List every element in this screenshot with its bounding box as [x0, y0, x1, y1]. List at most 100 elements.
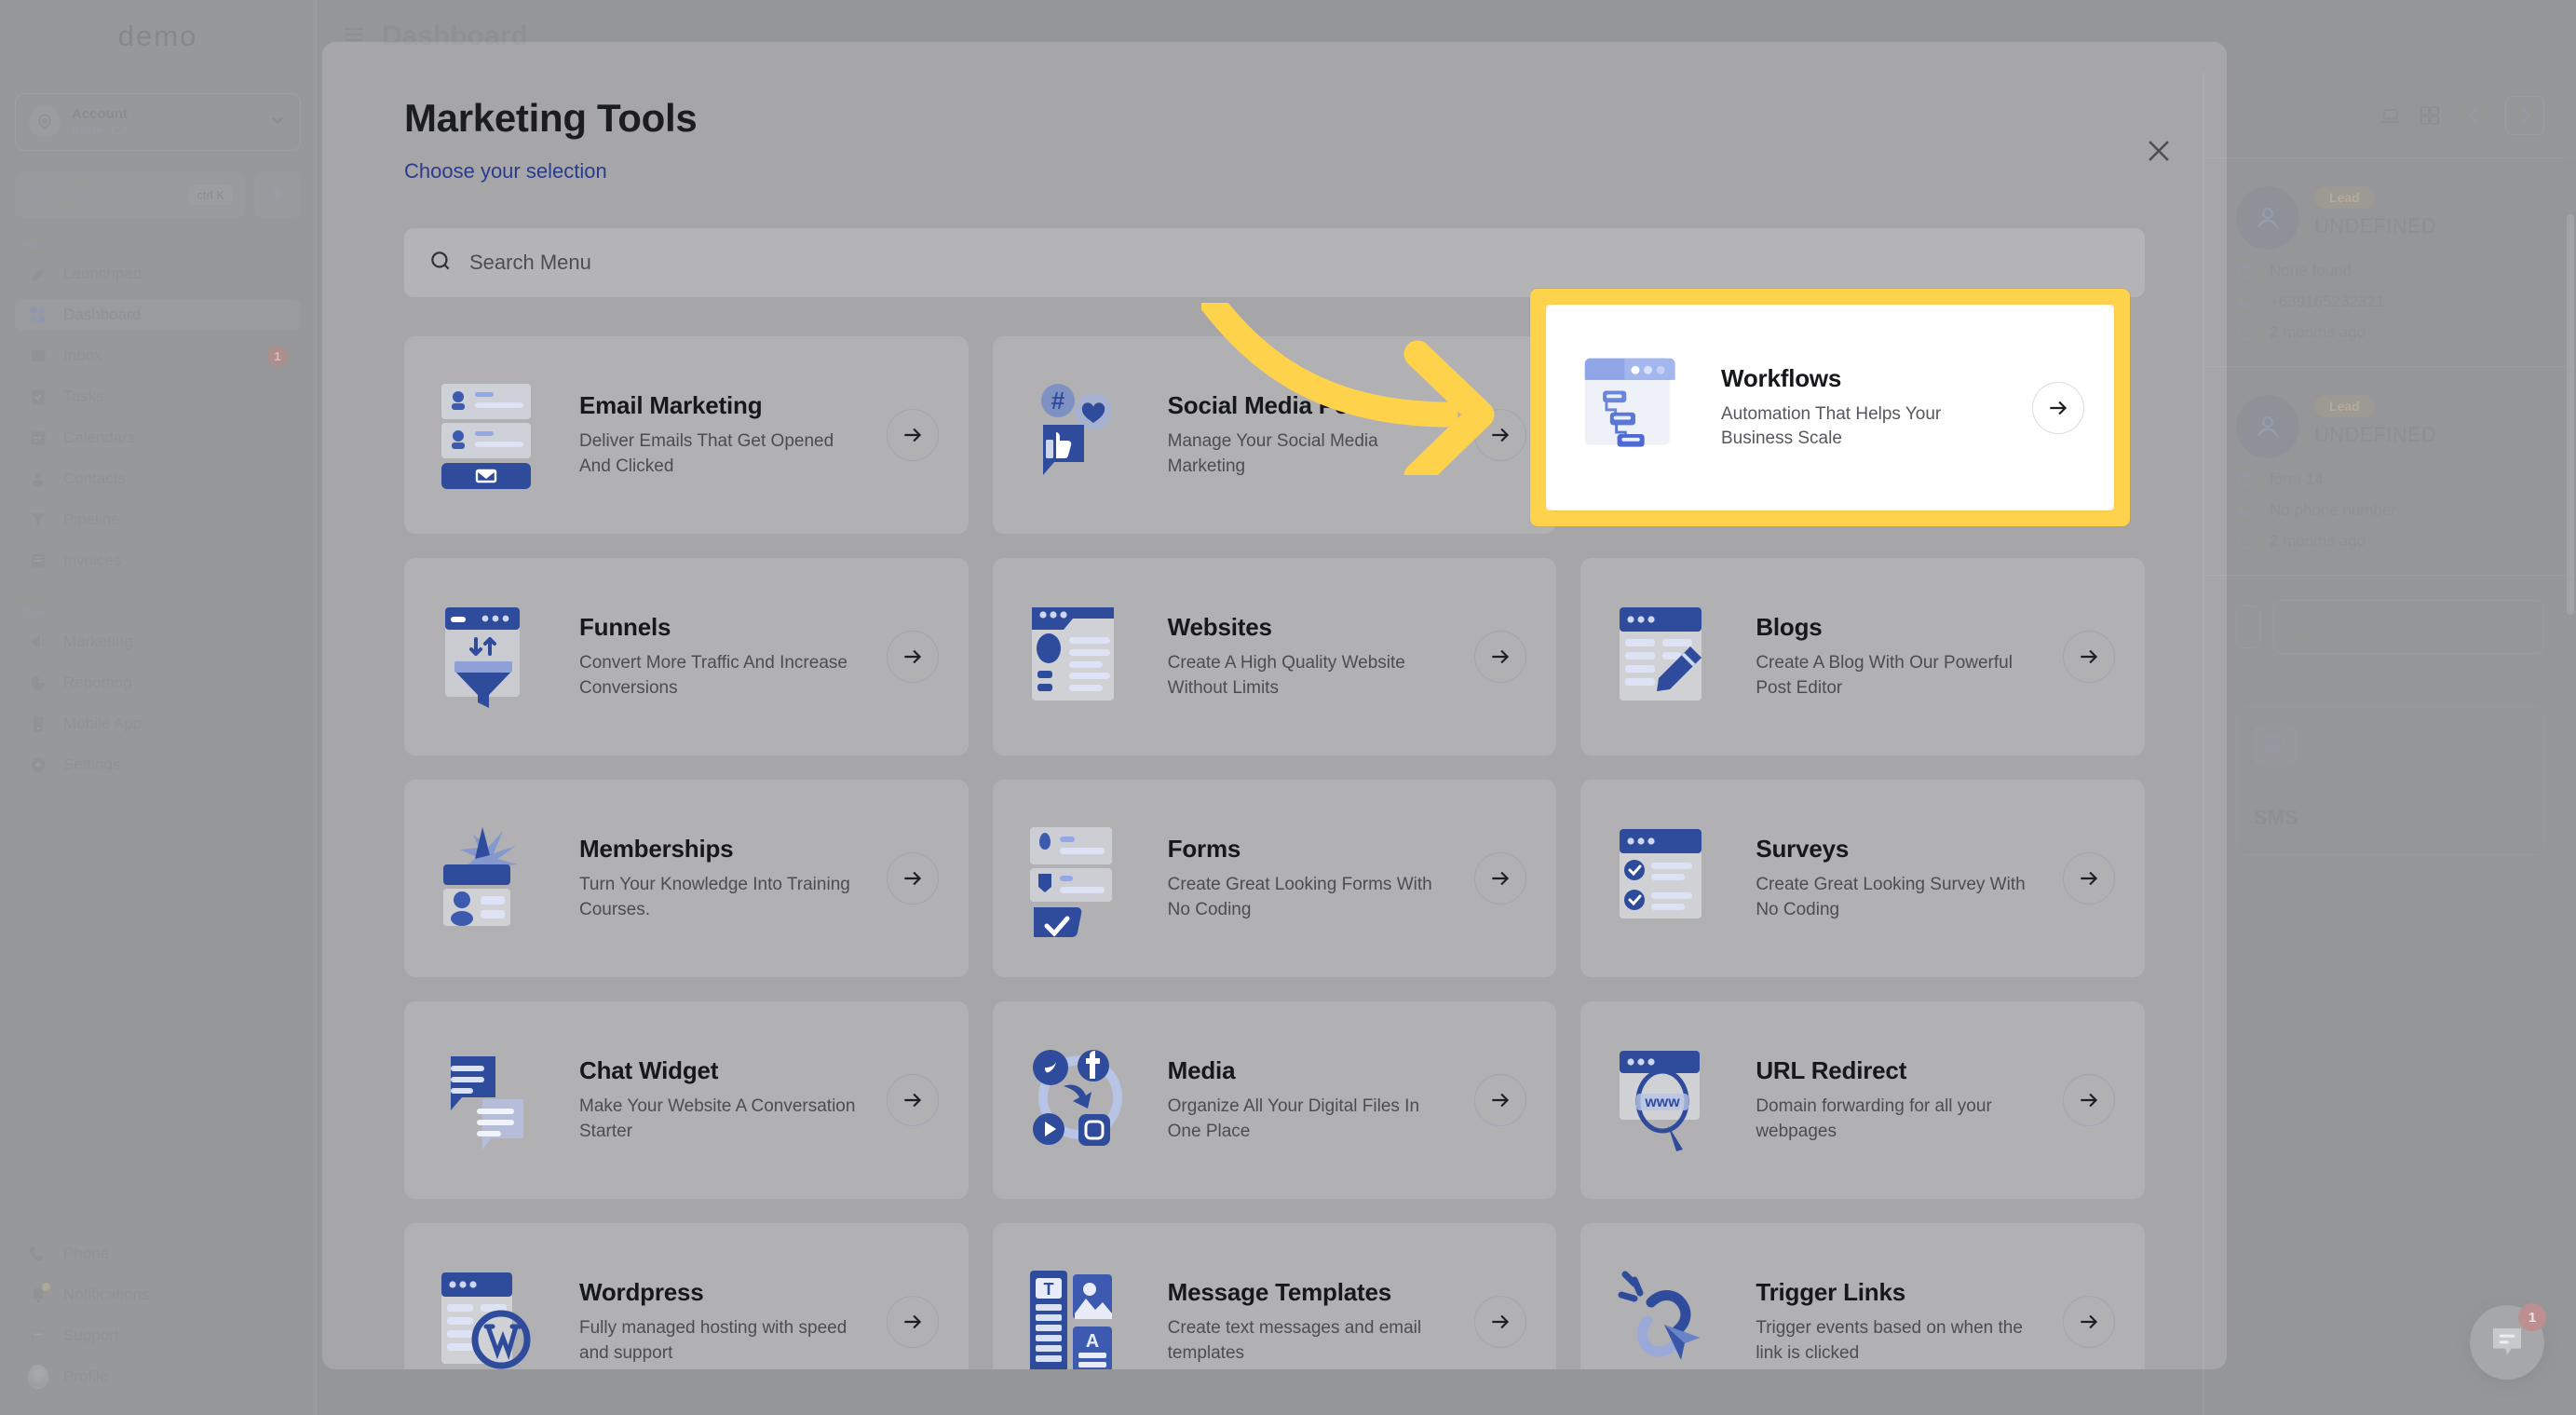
chevron-down-icon [2504, 615, 2525, 640]
search-menu-input[interactable]: Search Menu [404, 228, 2145, 297]
tool-title: Media [1167, 1056, 1236, 1085]
tool-title: Email Marketing [579, 391, 763, 420]
sidebar-item-profile[interactable]: Profile [15, 1361, 301, 1393]
arrow-right-icon[interactable] [2063, 1296, 2115, 1348]
quick-actions-button[interactable] [254, 171, 301, 218]
sidebar-item-pipeline[interactable]: Pipeline [15, 504, 301, 536]
sidebar-item-reporting[interactable]: Reporting [15, 667, 301, 699]
sidebar-item-launchpad[interactable]: Launchpad [15, 258, 301, 290]
tool-card-memberships[interactable]: Memberships Turn Your Knowledge Into Tra… [404, 780, 969, 977]
tool-card-funnels[interactable]: Funnels Convert More Traffic And Increas… [404, 558, 969, 755]
tool-card-trigger-links[interactable]: Trigger Links Trigger events based on wh… [1580, 1223, 2145, 1369]
blogs-art [1610, 596, 1731, 717]
tool-title: Funnels [579, 613, 671, 642]
notification-dot [42, 1283, 50, 1291]
arrow-right-icon[interactable] [886, 852, 939, 905]
lead-phone: No phone number [2270, 501, 2397, 519]
arrow-right-icon[interactable] [886, 1296, 939, 1348]
close-icon[interactable] [2143, 135, 2175, 167]
arrow-right-icon[interactable] [1474, 1296, 1527, 1348]
lead-card[interactable]: Lead UNDEFINED None found +639165232321 [2204, 158, 2576, 367]
leads-panel: Lead UNDEFINED None found +639165232321 [2203, 73, 2576, 1415]
tool-desc: Create A Blog With Our Powerful Post Edi… [1756, 653, 2013, 698]
modal-subtitle: Choose your selection [404, 159, 607, 183]
sidebar-item-inbox[interactable]: Inbox 1 [15, 340, 301, 372]
sidebar-item-dashboard[interactable]: Dashboard [15, 299, 301, 331]
phone-icon [2236, 501, 2257, 520]
sidebar-item-invoices[interactable]: Invoices [15, 545, 301, 577]
arrow-right-icon[interactable] [886, 1074, 939, 1126]
tool-card-wordpress[interactable]: Wordpress Fully managed hosting with spe… [404, 1223, 969, 1369]
sidebar-label: Contacts [63, 469, 127, 487]
sidebar-item-tasks[interactable]: Tasks [15, 381, 301, 413]
sidebar-item-marketing[interactable]: Marketing [15, 626, 301, 658]
tool-title: Websites [1167, 613, 1272, 642]
arrow-right-icon[interactable] [1474, 409, 1527, 461]
search-shortcut: ctrl K [189, 184, 232, 205]
svg-text:T: T [1043, 1280, 1053, 1299]
sms-label: SMS [2254, 806, 2298, 829]
sidebar-item-notifications[interactable]: Notifications [15, 1279, 301, 1311]
tool-desc: Automation That Helps Your Business Scal… [1721, 403, 1942, 448]
tool-card-chat-widget[interactable]: Chat Widget Make Your Website A Conversa… [404, 1001, 969, 1199]
lead-time: 2 months ago [2270, 532, 2366, 550]
tool-desc: Create A High Quality Website Without Li… [1167, 653, 1405, 698]
arrow-right-icon[interactable] [2032, 381, 2084, 434]
message-templates-art: T A [1023, 1261, 1144, 1369]
sidebar-item-settings[interactable]: Settings [15, 749, 301, 781]
search-input[interactable]: Search ctrl K [15, 171, 245, 218]
lead-name: UNDEFINED [2314, 423, 2437, 446]
chat-widget-button[interactable]: 1 [2470, 1303, 2546, 1380]
tool-card-email-marketing[interactable]: Email Marketing Deliver Emails That Get … [404, 336, 969, 534]
sidebar-label: Tasks [63, 388, 104, 405]
tool-title: Forms [1167, 835, 1241, 864]
sidebar-item-mobile-app[interactable]: Mobile App [15, 708, 301, 740]
sidebar-label: Phone [63, 1245, 110, 1262]
sidebar-item-calendars[interactable]: Calendars [15, 422, 301, 454]
sidebar-label: Dashboard [63, 306, 142, 323]
bolt-icon [268, 183, 287, 208]
tool-card-blogs[interactable]: Blogs Create A Blog With Our Powerful Po… [1580, 558, 2145, 755]
sidebar-item-support[interactable]: Support [15, 1320, 301, 1352]
arrow-right-icon[interactable] [1474, 631, 1527, 683]
clock-icon [2236, 323, 2257, 342]
sidebar-label: Mobile App [63, 714, 142, 732]
arrow-right-icon[interactable] [2063, 631, 2115, 683]
scrollbar[interactable] [2567, 84, 2574, 1359]
tool-card-media[interactable]: Media Organize All Your Digital Files In… [992, 1001, 1557, 1199]
tool-card-url-redirect[interactable]: www URL Redirect Domain forwarding for a… [1580, 1001, 2145, 1199]
tool-card-forms[interactable]: Forms Create Great Looking Forms With No… [992, 780, 1557, 977]
arrow-right-icon[interactable] [886, 409, 939, 461]
scrollbar-thumb[interactable] [2567, 214, 2574, 615]
sidebar-item-contacts[interactable]: Contacts [15, 463, 301, 495]
arrow-right-icon[interactable] [1474, 1074, 1527, 1126]
tool-card-message-templates[interactable]: T A Message Templates Create text messag… [992, 1223, 1557, 1369]
assignee-select[interactable]: Select Assignee [2273, 600, 2544, 654]
assignee-row: Select Assignee [2204, 576, 2576, 678]
tool-title: Blogs [1756, 613, 1823, 642]
arrow-right-icon[interactable] [2063, 1074, 2115, 1126]
prev-page-button[interactable] [2455, 96, 2494, 135]
arrow-right-icon[interactable] [2063, 852, 2115, 905]
invoices-icon [28, 551, 48, 571]
tool-card-social-media-posting[interactable]: # Social Media Posting Manage Your Socia… [992, 336, 1557, 534]
sms-composer[interactable]: SMS [2236, 706, 2544, 855]
media-art [1023, 1040, 1144, 1161]
tool-card-websites[interactable]: Websites Create A High Quality Website W… [992, 558, 1557, 755]
tool-desc: Domain forwarding for all your webpages [1756, 1096, 1992, 1141]
sidebar-item-phone[interactable]: Phone [15, 1238, 301, 1270]
arrow-right-icon[interactable] [886, 631, 939, 683]
grid-view-icon[interactable] [2416, 102, 2444, 129]
tool-card-surveys[interactable]: Surveys Create Great Looking Survey With… [1580, 780, 2145, 977]
tool-card-workflows[interactable]: Workflows Automation That Helps Your Bus… [1546, 305, 2114, 510]
sidebar-label: Settings [63, 755, 121, 773]
memberships-art [434, 818, 555, 939]
lead-card[interactable]: Lead UNDEFINED form 14 No phone number 2… [2204, 367, 2576, 576]
contacts-icon [28, 469, 48, 489]
next-page-button[interactable] [2505, 95, 2544, 135]
tool-title: Trigger Links [1756, 1278, 1905, 1307]
arrow-right-icon[interactable] [1474, 852, 1527, 905]
account-switcher[interactable]: Account Irvine, CA [15, 93, 301, 151]
tool-desc: Organize All Your Digital Files In One P… [1167, 1096, 1420, 1141]
list-view-icon[interactable] [2377, 102, 2405, 129]
